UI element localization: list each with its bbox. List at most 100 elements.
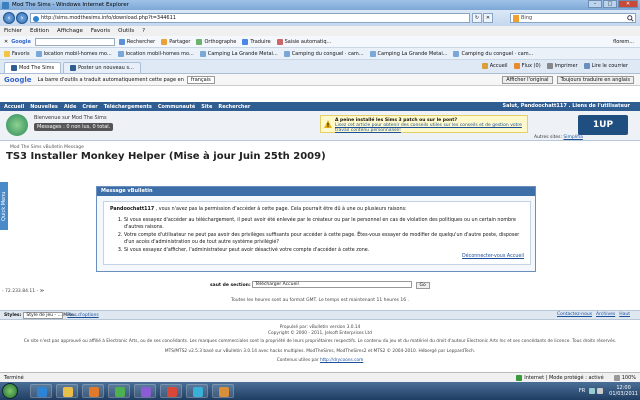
bing-icon <box>513 15 519 22</box>
message-username: Pandoochatt117 <box>110 207 155 212</box>
fav-link-3[interactable]: Camping La Grande Metai... <box>199 50 278 57</box>
feeds-button[interactable]: Flux (0) <box>513 63 541 69</box>
footer-copyright: Copyright © 2000 - 2011, Jelsoft Enterpr… <box>268 331 372 336</box>
start-button[interactable] <box>2 383 18 399</box>
system-tray: FR 12:00 01/03/2011 <box>579 382 638 400</box>
menu-item-help[interactable]: ? <box>142 28 145 34</box>
print-button[interactable]: Imprimer <box>546 63 578 69</box>
status-right: Internet | Mode protégé : activé 100% <box>516 373 636 382</box>
zoom-level[interactable]: 100% <box>622 375 636 381</box>
command-bar: Accueil Flux (0) Imprimer Lire le courri… <box>481 63 634 69</box>
taskbar-app-8[interactable] <box>212 384 234 398</box>
search-icon[interactable] <box>627 15 634 22</box>
taskbar-media[interactable] <box>82 384 104 398</box>
google-autofill-button[interactable]: Saisie automatiq... <box>276 38 331 45</box>
fav-link-1[interactable]: location mobil-homes mo... <box>35 50 112 57</box>
breadcrumb[interactable]: Mod The Sims vBulletin Message <box>10 145 84 150</box>
fav-link-6[interactable]: Camping du conguel · cam... <box>453 50 533 57</box>
back-button[interactable]: ‹ <box>3 12 15 24</box>
useful-content-link[interactable]: http://drycoons.com <box>320 358 363 363</box>
page-icon <box>33 16 39 22</box>
show-original-button[interactable]: Afficher l'original <box>502 75 553 84</box>
clock-date: 01/03/2011 <box>609 391 638 397</box>
contact-link[interactable]: Contactez-nous <box>557 312 592 317</box>
site-nav-downloads[interactable]: Téléchargements <box>104 104 152 110</box>
taskbar-app-7[interactable] <box>186 384 208 398</box>
menu-item-file[interactable]: Fichier <box>4 28 22 34</box>
menu-item-edit[interactable]: Edition <box>30 28 49 34</box>
top-link[interactable]: Haut <box>619 312 630 317</box>
site-nav-news[interactable]: Nouvelles <box>30 104 58 110</box>
section-jump-select[interactable]: Télécharger Accueil <box>252 281 413 288</box>
oneup-badge[interactable]: 1UP <box>578 115 628 135</box>
site-favicon <box>70 65 77 71</box>
tab-mod-the-sims[interactable]: Mod The Sims <box>4 61 62 73</box>
patch-alert: A peine installé les Sims 3 patch ou sur… <box>320 115 528 133</box>
taskbar-app-5[interactable] <box>134 384 156 398</box>
close-button[interactable]: ✕ <box>618 0 638 8</box>
section-jump: saut de section: Télécharger Accueil Go <box>210 281 430 289</box>
refresh-icon[interactable]: ↻ <box>472 13 482 23</box>
language-indicator[interactable]: FR <box>579 388 585 394</box>
network-icon[interactable] <box>589 388 596 394</box>
google-logo: Google <box>4 75 32 84</box>
google-translate-button[interactable]: Traduire <box>242 38 271 45</box>
menu-item-view[interactable]: Affichage <box>57 28 83 34</box>
home-button[interactable]: Accueil <box>481 63 508 69</box>
menu-item-favorites[interactable]: Favoris <box>91 28 110 34</box>
alert-body-link[interactable]: Lisez cet article pour obtenir des conse… <box>335 123 522 133</box>
google-search-button[interactable]: Rechercher <box>118 38 155 45</box>
messages-badge[interactable]: Messages : 0 non lus, 0 total. <box>34 123 114 131</box>
translate-language-select[interactable]: français <box>186 75 215 84</box>
quick-menu-tab[interactable]: Quick Menu <box>0 182 8 230</box>
google-search-input[interactable] <box>34 37 115 46</box>
google-toolbar-close-icon[interactable]: ✕ <box>4 39 8 45</box>
site-nav-create[interactable]: Créer <box>82 104 97 110</box>
fav-link-4[interactable]: Camping du conguel · cam... <box>283 50 364 57</box>
taskbar-app-6[interactable] <box>160 384 182 398</box>
section-jump-go-button[interactable]: Go <box>415 282 430 289</box>
favorites-button[interactable]: Favoris <box>4 50 30 57</box>
taskbar-app-4[interactable] <box>108 384 130 398</box>
user-greeting[interactable]: Salut, Pandoochatt117 . Liens de l'utili… <box>503 102 630 111</box>
navigation-bar: ‹ › http://sims.modthesims.info/download… <box>0 10 640 26</box>
security-zone[interactable]: Internet | Mode protégé : activé <box>524 375 603 381</box>
reason-item: Votre compte d'utilisateur ne peut pas a… <box>124 232 524 246</box>
timezone-line: Toutes les heures sont au format GMT. Le… <box>231 298 409 303</box>
fav-link-5[interactable]: Camping La Grande Metai... <box>369 50 447 57</box>
other-site-link[interactable]: Simplifia <box>563 135 582 140</box>
star-icon <box>4 50 10 57</box>
archives-link[interactable]: Archives <box>596 312 615 317</box>
site-nav-site[interactable]: Site <box>201 104 212 110</box>
read-mail-button[interactable]: Lire le courrier <box>583 63 628 69</box>
menu-item-tools[interactable]: Outils <box>118 28 134 34</box>
site-nav-help[interactable]: Aide <box>64 104 77 110</box>
tab-poster[interactable]: Poster un nouveau s... <box>63 61 141 73</box>
stop-icon[interactable]: ✕ <box>483 13 493 23</box>
address-bar[interactable]: http://sims.modthesims.info/download.php… <box>30 13 470 23</box>
page-icon <box>283 50 290 57</box>
site-nav-search[interactable]: Rechercher <box>218 104 250 110</box>
forward-button[interactable]: › <box>16 12 28 24</box>
google-spellcheck-button[interactable]: Orthographe <box>196 38 236 45</box>
site-logo[interactable] <box>6 114 28 136</box>
maximize-button[interactable]: □ <box>603 0 617 8</box>
more-options-link[interactable]: Plus d'options <box>67 313 98 318</box>
site-nav-home[interactable]: Accueil <box>4 104 24 110</box>
style-select[interactable]: Style de jeu - ... Mise... <box>23 311 78 319</box>
search-box[interactable]: Bing <box>510 13 636 23</box>
volume-icon[interactable] <box>597 388 604 394</box>
google-share-button[interactable]: Partager <box>161 38 190 45</box>
site-favicon <box>11 65 17 71</box>
taskbar-ie[interactable] <box>30 384 52 398</box>
fav-link-2[interactable]: location mobil-homes mo... <box>117 50 194 57</box>
spellcheck-icon <box>196 38 203 45</box>
always-translate-checkbox[interactable]: Toujours traduire en anglais <box>556 75 634 84</box>
site-nav-community[interactable]: Communauté <box>158 104 195 110</box>
minimize-button[interactable]: – <box>588 0 602 8</box>
window-titlebar: Mod The Sims - Windows Internet Explorer <box>0 0 640 10</box>
logout-home-link[interactable]: Déconnecter-vous Accueil <box>462 253 524 260</box>
clock[interactable]: 12:00 01/03/2011 <box>609 385 638 397</box>
google-account[interactable]: florem... <box>613 39 634 45</box>
taskbar-explorer[interactable] <box>56 384 78 398</box>
